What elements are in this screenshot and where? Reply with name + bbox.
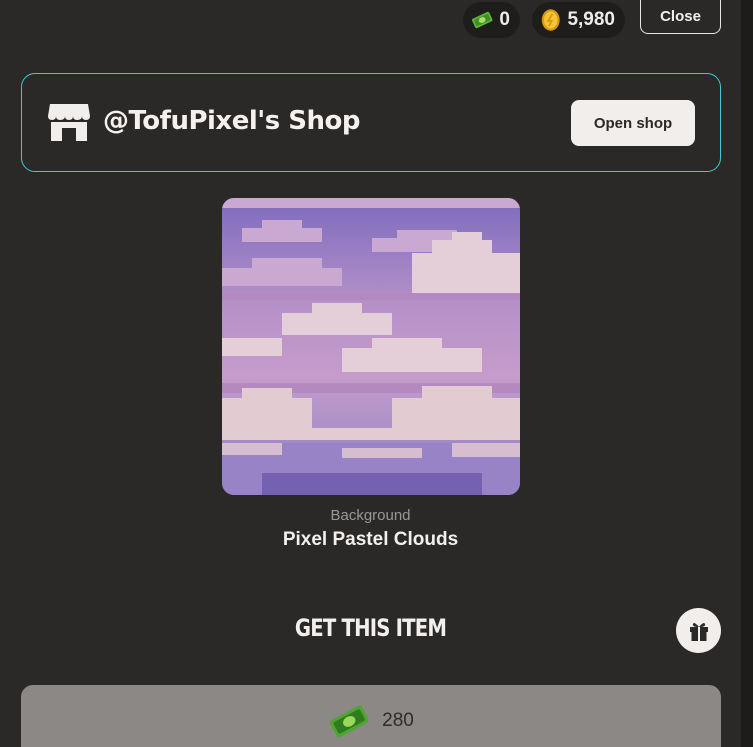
shop-title: @TofuPixel's Shop [103,106,360,136]
scrollbar-track[interactable] [741,0,753,747]
item-preview-image [222,198,520,495]
gift-button[interactable] [676,608,721,653]
buy-with-cash-button[interactable]: 280 [21,685,721,747]
cash-note-icon [471,11,493,29]
gold-coin-icon [541,9,560,31]
buy-price: 280 [382,710,414,731]
storefront-icon [48,104,90,141]
cash-note-icon [330,705,369,738]
item-category: Background [330,507,411,524]
item-name: Pixel Pastel Clouds [282,529,459,550]
gift-icon [689,622,708,641]
pixel-clouds-illustration [222,198,520,495]
get-item-heading: GET THIS ITEM [294,614,447,642]
cash-balance-value: 0 [499,9,510,30]
coin-balance: 5,980 [532,2,625,38]
cash-balance: 0 [463,2,520,38]
close-button[interactable]: Close [640,0,721,34]
shop-card: @TofuPixel's Shop Open shop [21,73,721,172]
coin-balance-value: 5,980 [567,9,615,30]
open-shop-button[interactable]: Open shop [571,100,695,146]
